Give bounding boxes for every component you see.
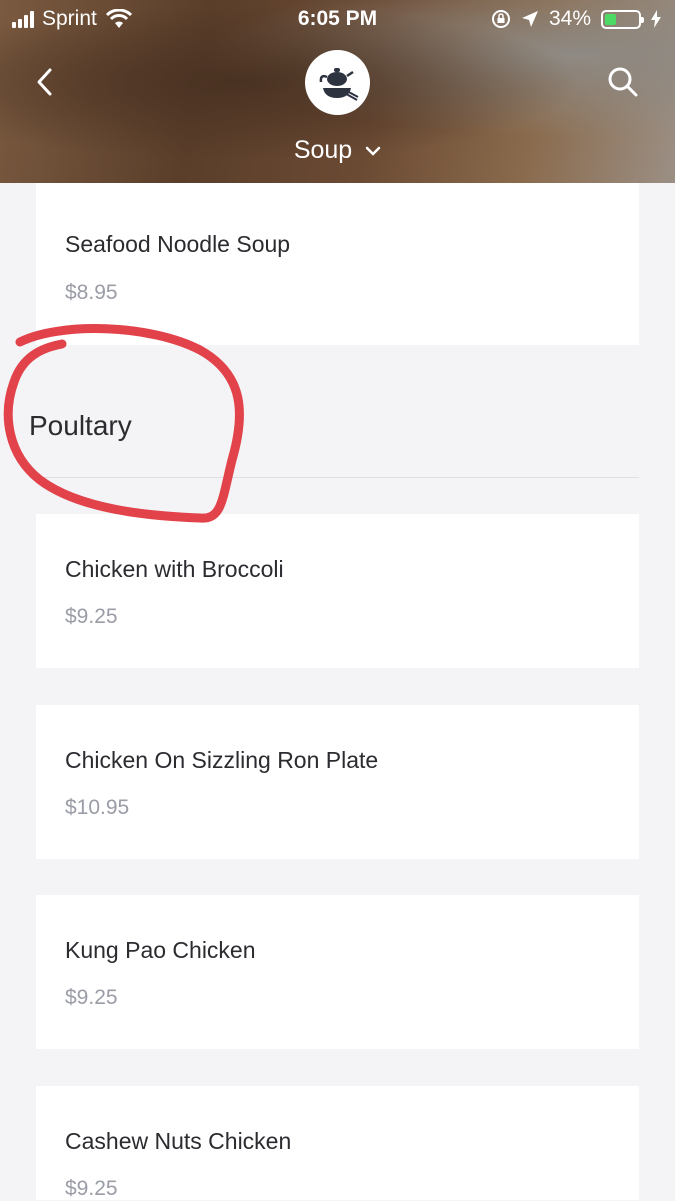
menu-item-price: $10.95 [65,796,130,819]
chevron-left-icon [37,68,52,96]
menu-item-price: $9.25 [65,986,118,1009]
menu-item-name: Seafood Noodle Soup [65,231,291,257]
location-arrow-icon [521,11,538,27]
menu-item-name: Cashew Nuts Chicken [65,1128,292,1154]
battery-icon [601,9,644,29]
orientation-lock-icon [491,10,510,28]
search-button[interactable] [603,62,643,102]
chevron-down-icon [365,147,381,157]
menu-item-price: $8.95 [65,281,118,304]
back-button[interactable] [30,62,70,102]
teapot-bowl-icon [319,68,359,101]
category-selector[interactable]: Soup [0,136,675,165]
menu-item-card[interactable]: Cashew Nuts Chicken $9.25 [36,1086,639,1200]
menu-item-card[interactable]: Kung Pao Chicken $9.25 [36,895,639,1049]
menu-item-card[interactable]: Chicken On Sizzling Ron Plate $10.95 [36,705,639,859]
charging-bolt-icon [651,10,661,28]
menu-item-card[interactable]: Chicken with Broccoli $9.25 [36,514,639,668]
menu-item-price: $9.25 [65,605,118,628]
status-bar: Sprint 6:05 PM 34% [0,0,675,38]
menu-item-name: Kung Pao Chicken [65,937,256,963]
menu-item-price: $9.25 [65,1177,118,1200]
header: Sprint 6:05 PM 34% Soup [0,0,675,183]
red-circle-annotation [3,324,244,523]
search-icon [608,67,638,97]
battery-percent: 34% [548,7,591,30]
category-label: Soup [293,136,353,164]
menu-item-name: Chicken with Broccoli [65,556,284,582]
restaurant-logo [305,50,370,115]
menu-item-name: Chicken On Sizzling Ron Plate [65,747,379,773]
